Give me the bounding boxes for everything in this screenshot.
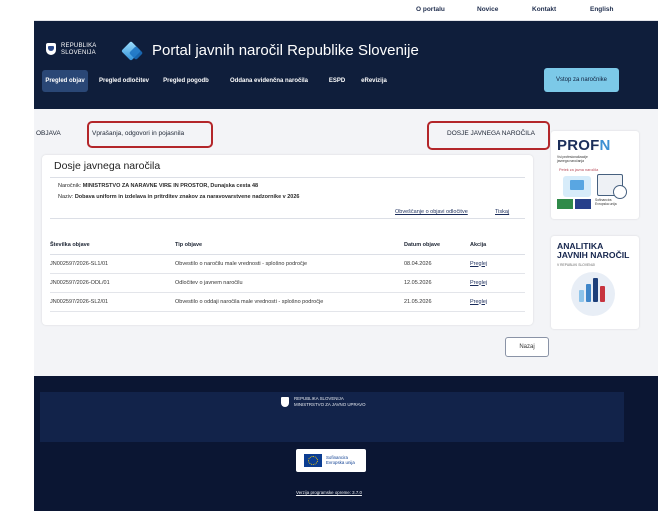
login-button[interactable]: Vstop za naročnike [544, 68, 619, 92]
narocnik-row: Naročnik: MINISTRSTVO ZA NARAVNE VIRE IN… [58, 183, 259, 189]
nav-kontakt[interactable]: Kontakt [532, 6, 556, 13]
nav-espd[interactable]: ESPD [326, 70, 348, 92]
preglej-link[interactable]: Preglej [470, 254, 525, 274]
cell-stevilka: JN002597/2026-SL2/01 [50, 292, 175, 312]
frame: O portalu Novice Kontakt English REPUBLI… [34, 0, 658, 511]
partner-logo-icon [557, 199, 573, 209]
profn-petek: Petek za javna naročila [559, 168, 599, 172]
tab-dosje-javnega-narocila[interactable]: DOSJE JAVNEGA NAROČILA [447, 130, 535, 137]
objave-table: Številka objave Tip objave Datum objave … [50, 236, 525, 312]
table-header-row: Številka objave Tip objave Datum objave … [50, 236, 525, 255]
footer: REPUBLIKA SLOVENIJA MINISTRSTVO ZA JAVNO… [34, 376, 658, 511]
header-stevilka: Številka objave [50, 236, 175, 255]
table-row: JN002597/2026-ODL/01 Odločitev o javnem … [50, 273, 525, 293]
eu-flag-icon [575, 199, 591, 209]
cell-stevilka: JN002597/2026-SL1/01 [50, 254, 175, 274]
cell-tip: Obvestilo o naročilu male vrednosti - sp… [175, 254, 404, 274]
software-version-link[interactable]: Verzija programske opreme: 3.7.0 [34, 490, 624, 495]
preglej-link[interactable]: Preglej [470, 292, 525, 312]
nav-novice[interactable]: Novice [477, 6, 498, 13]
republika-logo-text: REPUBLIKA SLOVENIJA [61, 43, 97, 56]
cell-datum: 21.05.2026 [404, 292, 470, 312]
profn-subtitle: Vsi profesionalizacije javnega naročanja [557, 155, 588, 163]
nav-erevizija[interactable]: eRevizija [356, 70, 392, 92]
analitika-banner[interactable]: ANALITIKA JAVNIH NAROČIL V REPUBLIKI SLO… [551, 236, 639, 329]
footer-coat-of-arms-icon [281, 397, 289, 407]
nav-oddana-evidencna-narocila[interactable]: Oddana evidenčna naročila [220, 70, 318, 92]
header-tip: Tip objave [175, 236, 404, 255]
cell-datum: 08.04.2026 [404, 254, 470, 274]
monitor-icon [563, 176, 591, 197]
dosje-title: Dosje javnega naročila [54, 160, 161, 172]
naziv-row: Naziv: Dobava uniform in izdelava in pri… [58, 194, 300, 200]
tab-vprasanja-odgovori[interactable]: Vprašanja, odgovori in pojasnila [92, 130, 184, 137]
portal-title[interactable]: Portal javnih naročil Republike Slovenij… [152, 42, 419, 59]
table-row: JN002597/2026-SL1/01 Obvestilo o naročil… [50, 254, 525, 274]
header: REPUBLIKA SLOVENIJA Portal javnih naroči… [34, 21, 658, 109]
clock-icon [613, 185, 627, 199]
cell-tip: Obvestilo o oddaji naročila male vrednos… [175, 292, 404, 312]
cell-tip: Odločitev o javnem naročilu [175, 273, 404, 293]
eu-cofunding-text: Sofinancira Evropska unija [326, 455, 355, 466]
profn-banner[interactable]: PROFN Vsi profesionalizacije javnega nar… [551, 131, 639, 219]
analitika-chart-icon [571, 272, 615, 316]
nav-pregled-odlocitev[interactable]: Pregled odločitev [94, 70, 154, 92]
preglej-link[interactable]: Preglej [470, 273, 525, 293]
nav-pregled-objav[interactable]: Pregled objav [42, 70, 88, 92]
page: O portalu Novice Kontakt English REPUBLI… [0, 0, 658, 511]
nazaj-button[interactable]: Nazaj [505, 337, 549, 357]
top-navigation: O portalu Novice Kontakt English [34, 0, 658, 21]
coat-of-arms-icon [46, 43, 56, 55]
eu-cofunding-logo: Sofinancira Evropska unija [296, 449, 366, 472]
header-akcija: Akcija [470, 236, 525, 255]
eu-flag-icon [304, 454, 322, 467]
header-datum: Datum objave [404, 236, 470, 255]
cell-stevilka: JN002597/2026-ODL/01 [50, 273, 175, 293]
tiskaj-link[interactable]: Tiskaj [495, 209, 509, 215]
ministry-logo-text[interactable]: REPUBLIKA SLOVENIJA MINISTRSTVO ZA JAVNO… [294, 396, 366, 407]
nav-pregled-pogodb[interactable]: Pregled pogodb [158, 70, 214, 92]
dosje-info: Naročnik: MINISTRSTVO ZA NARAVNE VIRE IN… [50, 177, 525, 219]
analitika-title: ANALITIKA JAVNIH NAROČIL [557, 241, 630, 260]
tab-objava[interactable]: OBJAVA [36, 130, 61, 137]
profn-eu-text: Sofinancira Evropska unija [595, 198, 617, 206]
dosje-panel: Dosje javnega naročila Naročnik: MINISTR… [42, 155, 533, 325]
nav-o-portalu[interactable]: O portalu [416, 6, 445, 13]
cell-datum: 12.05.2026 [404, 273, 470, 293]
main-content: OBJAVA Vprašanja, odgovori in pojasnila … [34, 109, 658, 376]
table-row: JN002597/2026-SL2/01 Obvestilo o oddaji … [50, 292, 525, 312]
analitika-subtitle: V REPUBLIKI SLOVENIJI [557, 263, 596, 267]
obvescanje-link[interactable]: Obveščanje o objavi odločitve [395, 209, 468, 215]
profn-logo: PROFN [557, 137, 611, 154]
nav-english[interactable]: English [590, 6, 613, 13]
